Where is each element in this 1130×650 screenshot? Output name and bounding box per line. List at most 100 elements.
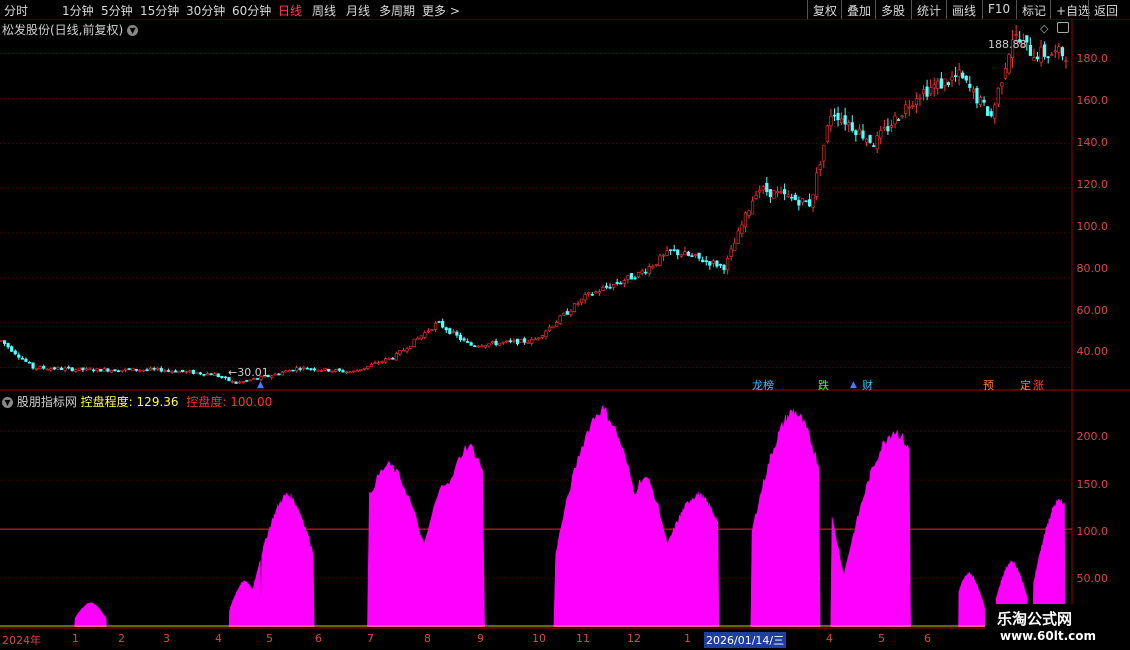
candle-body [1060,47,1065,57]
candle-body [391,358,395,360]
candle-body [444,327,448,331]
candle-body [558,315,562,324]
candle-body [81,367,85,371]
y-tick: 40.00 [1076,345,1109,358]
candle-body [964,75,968,81]
candle-body [590,294,594,296]
candle-body [1039,46,1043,63]
event-marker-cai[interactable]: 财 [862,377,873,393]
candle-body [587,292,591,295]
x-tick: 10 [532,632,546,645]
candle-body [840,118,844,124]
candle-body [20,358,24,360]
candle-body [939,78,943,89]
candle-body [583,294,587,301]
candle-body [38,366,42,370]
candle-body [551,325,555,329]
candle-body [775,191,780,194]
candle-body [779,191,783,193]
event-marker-die[interactable]: 跌 [818,377,829,393]
candle-body [864,138,869,143]
candle-body [63,367,67,371]
candle-body [423,332,427,338]
y-tick: 200.0 [1076,430,1109,443]
candle-body [978,96,983,105]
candle-body [608,286,612,289]
candle-body [519,339,523,343]
candle-body [376,362,381,365]
candle-body [597,291,601,294]
candle-body [209,373,213,376]
candle-body [159,368,163,372]
x-tick-selected: 2026/01/14/三 [704,632,787,648]
candle-body [790,196,794,199]
candle-body [405,348,409,352]
candle-body [330,370,334,373]
candle-body [508,340,512,343]
candle-body [95,368,99,371]
candle-body [191,369,195,374]
candle-body [109,369,114,373]
candle-body [17,354,21,358]
watermark-url: www.60lt.com [1000,629,1097,643]
candle-body [241,381,245,383]
candle-body [0,340,3,342]
candle-body [426,330,431,333]
candle-body [451,331,455,333]
candle-body [989,111,993,117]
candle-body [284,370,288,373]
candle-body [665,250,669,256]
event-marker-yu[interactable]: 预 [983,377,994,393]
candle-body [412,338,416,348]
candle-body [35,367,39,370]
candle-body [31,362,35,369]
candle-body [56,367,60,370]
candle-body [729,248,733,257]
candle-body [743,212,748,228]
candle-body [280,371,284,376]
candle-body [380,361,384,363]
candle-body [936,80,940,89]
candle-body [437,321,441,323]
candle-body [384,358,388,363]
candle-body [184,371,188,373]
event-marker-ding[interactable]: 定 [1020,377,1031,393]
y-tick: 160.0 [1076,94,1109,107]
y-tick: 50.00 [1076,572,1109,585]
candle-body [818,164,822,170]
candle-body [348,371,352,374]
candle-body [131,368,135,371]
candle-body [1064,60,1068,63]
candle-body [27,361,32,364]
x-tick: 9 [477,632,484,645]
candle-body [1035,56,1040,60]
candle-body [658,255,662,266]
event-marker-longbang[interactable]: 龙榜 [752,377,774,393]
candle-body [950,76,954,81]
candle-body [1003,68,1008,79]
candle-body [6,343,10,348]
candle-body [996,87,1000,105]
candle-body [615,282,619,284]
candle-body [619,282,623,285]
indicator-chart [0,404,1072,627]
candle-body [547,326,552,332]
candle-body [273,373,277,376]
candle-body [765,182,769,193]
candle-body [67,366,71,369]
low-price-label: ←30.01 [228,366,269,379]
candle-body [654,264,658,266]
indicator-area [662,491,720,627]
x-tick: 6 [315,632,322,645]
candle-body [772,190,776,199]
y-tick: 60.00 [1076,304,1109,317]
candle-body [640,270,644,274]
event-marker-zhang[interactable]: 涨 [1033,377,1044,393]
indicator-area [367,443,485,627]
candle-body [986,106,990,116]
candle-body [537,337,541,340]
candle-body [704,260,708,262]
candle-body [295,367,299,372]
candle-body [433,322,438,330]
candle-body [127,368,131,370]
